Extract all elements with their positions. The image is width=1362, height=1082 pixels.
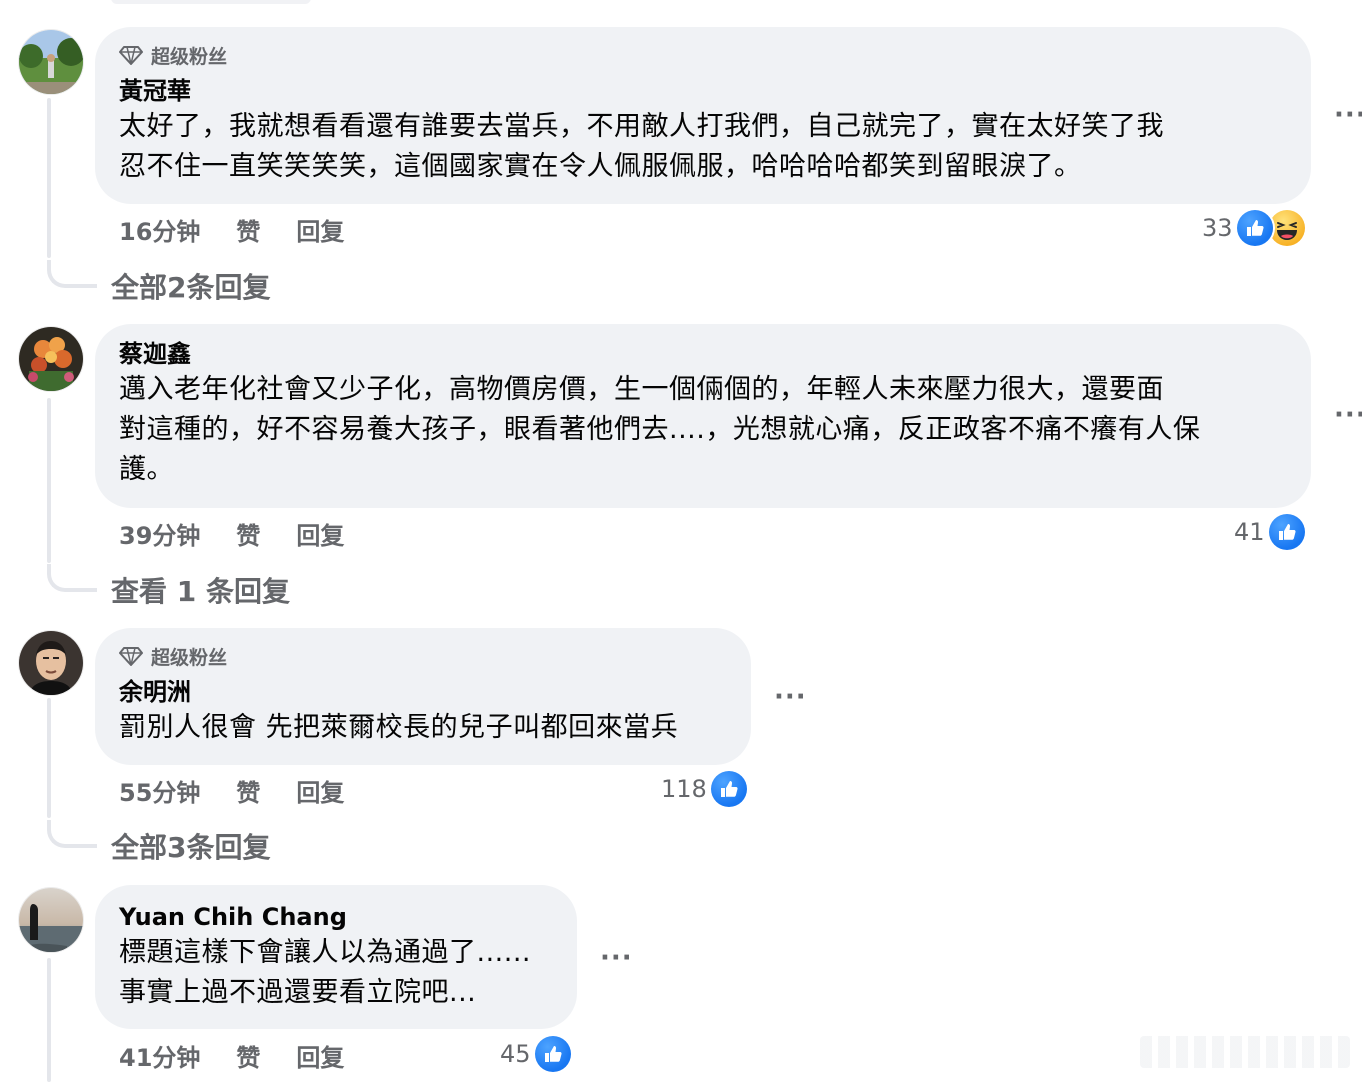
like-icon (534, 1036, 571, 1072)
thread-connector (47, 260, 97, 288)
like-icon (1236, 210, 1273, 246)
like-button[interactable]: 赞 (236, 516, 260, 551)
reaction-summary[interactable]: 118 (661, 769, 747, 809)
thread-connector (47, 820, 97, 848)
comment-bubble: 蔡迦鑫 邁入老年化社會又少子化，高物價房價，生一個倆個的，年輕人未來壓力很大，還… (95, 324, 1311, 508)
comment-actions: 16分钟 赞 回复 (119, 212, 344, 246)
horizontal-scrollbar[interactable] (1140, 1036, 1350, 1068)
avatar[interactable] (19, 30, 83, 94)
comment-bubble: 超级粉丝 余明洲 罰別人很會 先把萊爾校長的兒子叫都回來當兵 (95, 628, 751, 765)
comment-text: 邁入老年化社會又少子化，高物價房價，生一個倆個的，年輕人未來壓力很大，還要面 對… (119, 374, 1201, 485)
reply-button[interactable]: 回复 (296, 1038, 344, 1073)
reply-button[interactable]: 回复 (296, 212, 344, 247)
reaction-summary[interactable]: 45 (500, 1034, 571, 1074)
reaction-count: 41 (1234, 518, 1265, 546)
avatar[interactable] (19, 888, 83, 952)
reaction-summary[interactable]: 33 (1202, 208, 1305, 248)
thread-line (47, 398, 51, 563)
reaction-count: 33 (1202, 214, 1233, 242)
view-replies-link[interactable]: 全部3条回复 (111, 826, 270, 866)
comment-author[interactable]: 蔡迦鑫 (119, 338, 1287, 370)
more-options-button[interactable]: ··· (600, 943, 633, 973)
comment-text: 標題這樣下會讓人以為通過了...... 事實上過不過還要看立院吧... (119, 937, 531, 1008)
reply-button[interactable]: 回复 (296, 516, 344, 551)
comment-bubble: Yuan Chih Chang 標題這樣下會讓人以為通過了...... 事實上過… (95, 885, 577, 1029)
previous-comment-remnant (111, 0, 311, 4)
view-replies-link[interactable]: 全部2条回复 (111, 266, 270, 306)
avatar[interactable] (19, 631, 83, 695)
comment-actions: 41分钟 赞 回复 (119, 1038, 344, 1072)
comment-time[interactable]: 16分钟 (119, 212, 200, 247)
avatar-photo (19, 30, 83, 94)
comment-text: 罰別人很會 先把萊爾校長的兒子叫都回來當兵 (119, 712, 679, 743)
reaction-summary[interactable]: 41 (1234, 512, 1305, 552)
diamond-icon (119, 647, 143, 666)
like-icon (1268, 514, 1305, 550)
thread-line (47, 98, 51, 258)
thread-connector (47, 564, 97, 592)
comment-author[interactable]: 余明洲 (119, 676, 727, 708)
more-options-button[interactable]: ··· (1334, 400, 1362, 430)
thread-line (47, 958, 51, 1082)
comment-bubble: 超级粉丝 黃冠華 太好了，我就想看看還有誰要去當兵，不用敵人打我們，自己就完了，… (95, 27, 1311, 204)
comment-author[interactable]: Yuan Chih Chang (119, 901, 553, 933)
comment-time[interactable]: 41分钟 (119, 1038, 200, 1073)
diamond-icon (119, 46, 143, 65)
avatar-photo (19, 327, 83, 391)
more-options-button[interactable]: ··· (1334, 100, 1362, 130)
thread-line (47, 698, 51, 818)
like-button[interactable]: 赞 (236, 773, 260, 808)
super-fan-badge: 超级粉丝 (119, 642, 727, 670)
like-button[interactable]: 赞 (236, 212, 260, 247)
comment-actions: 55分钟 赞 回复 (119, 773, 344, 807)
avatar-photo (19, 888, 83, 952)
comment-text: 太好了，我就想看看還有誰要去當兵，不用敵人打我們，自己就完了，實在太好笑了我 忍… (119, 111, 1164, 182)
comment-time[interactable]: 55分钟 (119, 773, 200, 808)
reaction-count: 118 (661, 775, 707, 803)
reply-button[interactable]: 回复 (296, 773, 344, 808)
super-fan-badge: 超级粉丝 (119, 41, 1287, 69)
haha-icon (1268, 210, 1305, 246)
more-options-button[interactable]: ··· (774, 682, 807, 712)
comment-author[interactable]: 黃冠華 (119, 75, 1287, 107)
like-icon (710, 771, 747, 807)
badge-label: 超级粉丝 (151, 45, 228, 68)
reaction-count: 45 (500, 1040, 531, 1068)
like-button[interactable]: 赞 (236, 1038, 260, 1073)
avatar[interactable] (19, 327, 83, 391)
view-replies-link[interactable]: 查看 1 条回复 (111, 570, 290, 610)
badge-label: 超级粉丝 (151, 646, 228, 669)
comment-time[interactable]: 39分钟 (119, 516, 200, 551)
comment-actions: 39分钟 赞 回复 (119, 516, 344, 550)
avatar-photo (19, 631, 83, 695)
